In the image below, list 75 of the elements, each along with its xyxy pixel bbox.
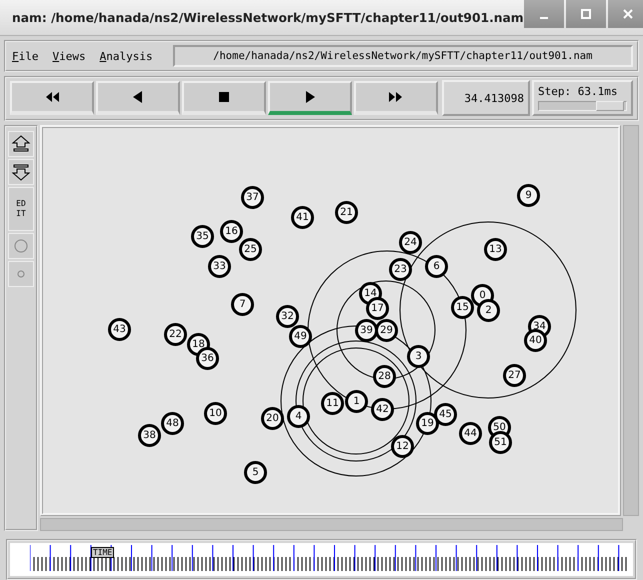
playback-button[interactable] [354, 81, 438, 116]
network-node[interactable]: 25 [239, 238, 262, 261]
minimize-icon [540, 17, 548, 19]
network-node[interactable]: 37 [241, 186, 264, 209]
network-node[interactable]: 7 [231, 292, 254, 316]
network-node[interactable]: 20 [261, 406, 284, 430]
time-display: 34.413098 [442, 80, 530, 116]
vertical-scrollbar[interactable] [623, 124, 639, 516]
step-slider[interactable] [538, 101, 627, 112]
network-node[interactable]: 42 [371, 398, 394, 421]
menu-item[interactable]: File [10, 50, 40, 62]
zoom-in-button[interactable] [8, 130, 34, 157]
network-node[interactable]: 41 [291, 206, 314, 229]
maximize-icon [580, 9, 591, 19]
close-icon [622, 9, 633, 19]
network-node[interactable]: 2 [477, 298, 500, 322]
zoom-out-icon [11, 162, 31, 181]
edit-button[interactable]: EDIT [8, 186, 34, 231]
zoom-in-icon [11, 134, 31, 153]
menu-item[interactable]: Analysis [98, 50, 155, 62]
network-node[interactable]: 19 [416, 412, 439, 435]
network-node[interactable]: 35 [191, 224, 214, 248]
slider-thumb[interactable] [596, 101, 624, 112]
network-node[interactable]: 21 [335, 200, 358, 224]
network-node[interactable]: 48 [161, 412, 184, 435]
circle-icon [14, 238, 28, 253]
network-node[interactable]: 44 [459, 422, 482, 445]
network-node[interactable]: 40 [524, 328, 547, 352]
network-node[interactable]: 12 [391, 434, 414, 458]
network-node[interactable]: 43 [108, 318, 131, 341]
small-node-button[interactable] [8, 260, 34, 287]
network-node[interactable]: 5 [244, 460, 267, 484]
network-node[interactable]: 3 [407, 344, 430, 368]
network-node[interactable]: 28 [373, 364, 396, 388]
file-path-field: /home/hanada/ns2/WirelessNetwork/mySFTT/chapter11/out901.nam [172, 45, 633, 67]
network-node[interactable]: 32 [276, 304, 299, 328]
big-node-button[interactable] [8, 232, 34, 259]
network-node[interactable]: 13 [484, 238, 507, 261]
rewind-icon [44, 91, 60, 104]
network-node[interactable]: 15 [451, 296, 474, 319]
time-marker[interactable]: TIME [90, 546, 114, 558]
fast-forward-icon [388, 91, 404, 104]
network-node[interactable]: 6 [425, 254, 448, 278]
close-button[interactable] [608, 0, 643, 28]
network-node[interactable]: 1 [345, 390, 368, 413]
network-node[interactable]: 16 [220, 220, 243, 243]
network-node[interactable]: 23 [389, 258, 412, 281]
network-node[interactable]: 24 [399, 230, 422, 254]
playback-button[interactable] [182, 81, 266, 116]
circle-icon [17, 270, 25, 278]
network-node[interactable]: 39 [355, 318, 378, 342]
menu-item[interactable]: Views [50, 50, 88, 62]
maximize-button[interactable] [566, 0, 606, 28]
network-node[interactable]: 9 [517, 184, 540, 207]
network-node[interactable]: 17 [366, 296, 389, 320]
stop-icon [216, 91, 232, 104]
network-node[interactable]: 33 [208, 254, 231, 278]
network-node[interactable]: 10 [204, 402, 227, 425]
network-node[interactable]: 51 [489, 430, 512, 454]
playback-button[interactable] [10, 81, 94, 116]
network-node[interactable]: 49 [289, 324, 312, 348]
network-node[interactable]: 4 [287, 404, 310, 428]
network-node[interactable]: 38 [138, 424, 161, 447]
network-node[interactable]: 45 [434, 402, 457, 426]
horizontal-scrollbar[interactable] [40, 518, 623, 531]
timeline-track[interactable]: TIME [10, 542, 633, 576]
step-label: Step: 63.1ms [538, 85, 618, 98]
network-node[interactable]: 29 [375, 318, 398, 342]
network-node[interactable]: 36 [196, 346, 219, 370]
zoom-out-button[interactable] [8, 158, 34, 185]
network-node[interactable]: 11 [321, 392, 344, 415]
network-node[interactable]: 27 [503, 364, 526, 387]
window-title: nam: /home/hanada/ns2/WirelessNetwork/mySFTT/chapter11/out901.nam [11, 10, 524, 25]
minimize-button[interactable] [524, 0, 564, 28]
network-node[interactable]: 22 [164, 322, 187, 346]
